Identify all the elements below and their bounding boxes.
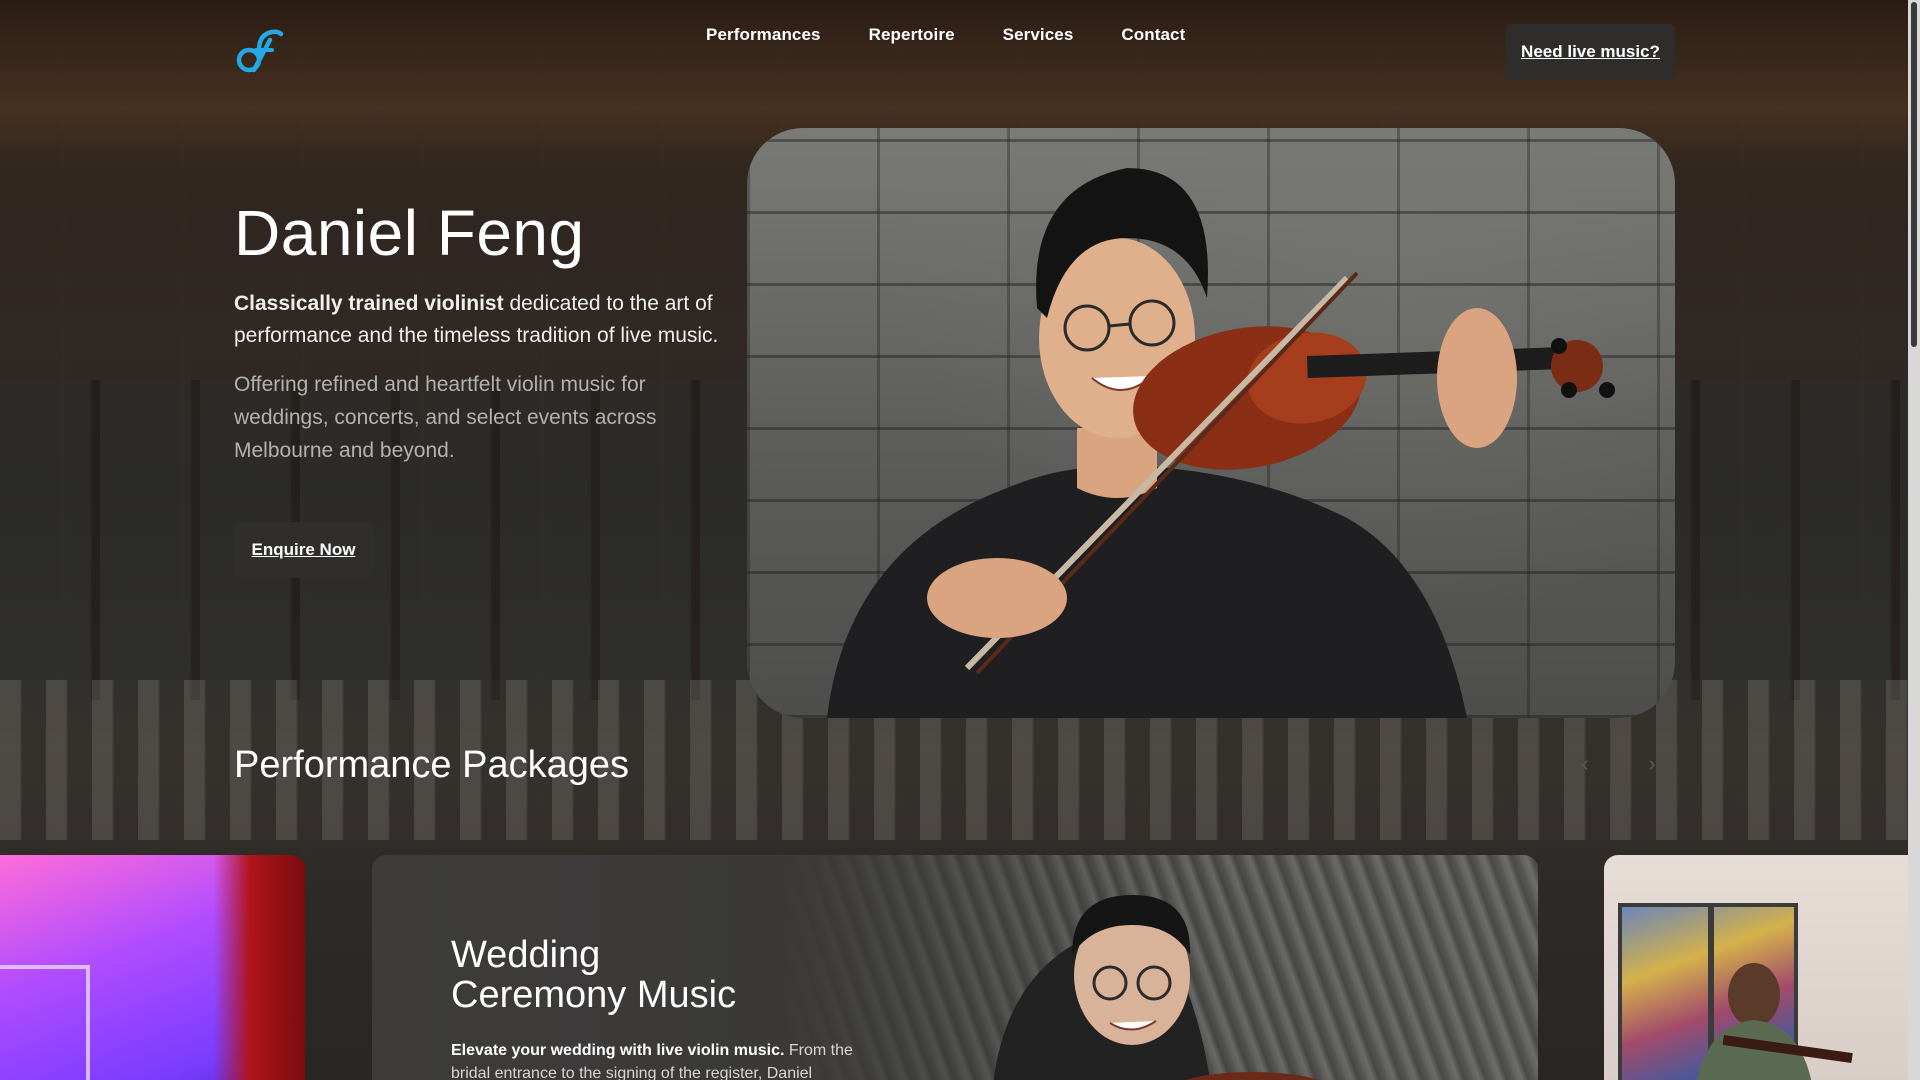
chevron-right-icon: › <box>1648 751 1656 776</box>
hero-subtext: Offering refined and heartfelt violin mu… <box>234 373 657 462</box>
card-image-stage <box>0 965 90 1080</box>
carousel-prev-button[interactable]: ‹ <box>1573 752 1597 776</box>
violinist-figure <box>827 168 1615 718</box>
nav-item-repertoire[interactable]: Repertoire <box>869 25 955 45</box>
package-card-prev[interactable] <box>0 855 305 1080</box>
card-title: Wedding Ceremony Music <box>451 934 737 1016</box>
enquire-now-button[interactable]: Enquire Now <box>234 522 373 578</box>
hero-lead-bold: Classically trained violinist <box>234 292 504 315</box>
nav-item-performances[interactable]: Performances <box>706 25 821 45</box>
nav-item-contact[interactable]: Contact <box>1121 25 1185 45</box>
logo-icon <box>236 29 284 73</box>
hero-lead: Classically trained violinist dedicated … <box>234 288 744 352</box>
package-card-wedding-ceremony[interactable]: Wedding Ceremony Music Elevate your weddi… <box>372 855 1538 1080</box>
chevron-left-icon: ‹ <box>1581 751 1589 776</box>
need-live-music-button[interactable]: Need live music? <box>1506 24 1675 80</box>
package-card-next[interactable] <box>1604 855 1910 1080</box>
nav-item-services[interactable]: Services <box>1003 25 1074 45</box>
carousel-next-button[interactable]: › <box>1640 752 1664 776</box>
logo[interactable] <box>234 26 286 78</box>
page-scrollbar[interactable] <box>1908 0 1920 1080</box>
scrollbar-thumb[interactable] <box>1911 2 1917 347</box>
card-image-performer <box>1696 963 1853 1080</box>
hero-title: Daniel Feng <box>234 197 585 269</box>
packages-title: Performance Packages <box>234 744 629 786</box>
card-description-bold: Elevate your wedding with live violin mu… <box>451 1042 785 1059</box>
main-nav: Performances Repertoire Services Contact <box>706 25 1185 45</box>
hero-photo-violinist <box>747 128 1675 718</box>
card-description: Elevate your wedding with live violin mu… <box>451 1039 881 1080</box>
